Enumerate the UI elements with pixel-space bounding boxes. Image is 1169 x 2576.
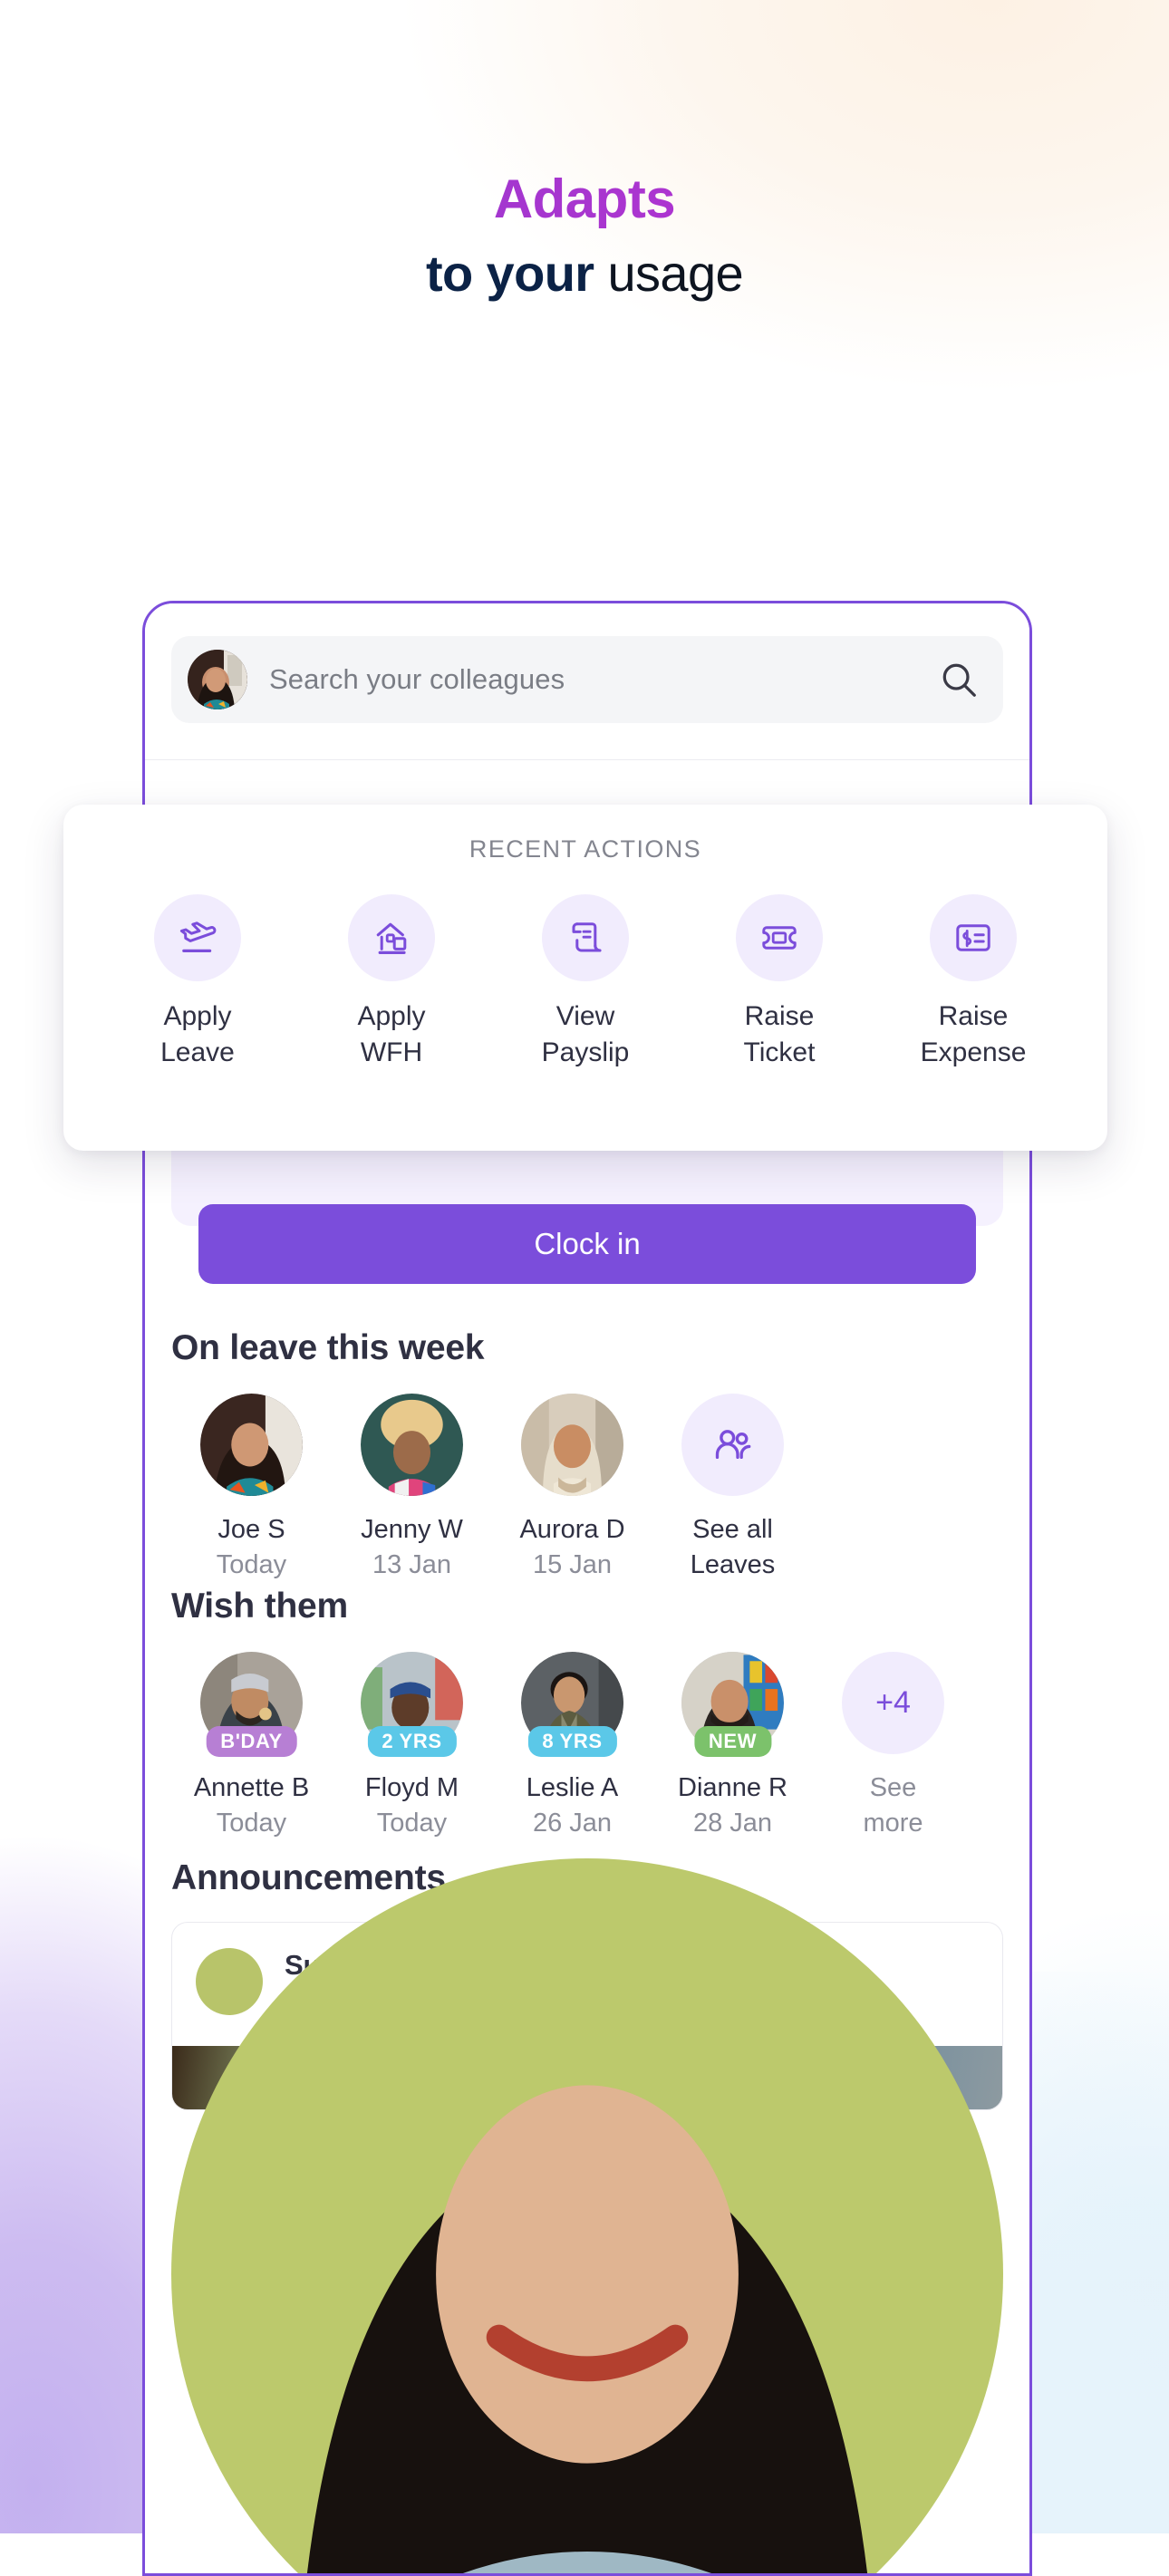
person-date: Today	[216, 1809, 287, 1838]
section-title-wish-them: Wish them	[171, 1587, 349, 1626]
headline-block: Adapts to your usage	[0, 0, 1169, 305]
status-badge: B'DAY	[206, 1725, 297, 1757]
status-badge: 2 YRS	[367, 1725, 457, 1757]
list-item[interactable]: NEW Dianne R 28 Jan	[652, 1652, 813, 1841]
search-bar[interactable]: Search your colleagues	[171, 636, 1003, 723]
see-more-count: +4	[875, 1685, 911, 1720]
see-all-leaves-label-1: See all	[692, 1515, 773, 1544]
recent-action-raise-ticket[interactable]: Raise Ticket	[707, 894, 852, 1071]
section-title-on-leave: On leave this week	[171, 1328, 485, 1367]
person-name: Jenny W	[361, 1515, 463, 1544]
list-item[interactable]: 2 YRS Floyd M Today	[332, 1652, 492, 1841]
headline-accent-line: Adapts	[0, 170, 1169, 228]
status-badge: NEW	[693, 1725, 772, 1757]
person-name: Aurora D	[519, 1515, 625, 1544]
airplane-icon	[154, 894, 241, 981]
person-name: Joe S	[217, 1515, 285, 1544]
recent-action-label-2: Expense	[920, 1037, 1027, 1067]
person-date: 13 Jan	[372, 1550, 452, 1580]
headline-sub-light: usage	[607, 244, 744, 302]
list-item[interactable]: Jenny W 13 Jan	[332, 1394, 492, 1583]
list-item[interactable]: B'DAY Annette B Today	[171, 1652, 332, 1841]
recent-action-view-payslip[interactable]: View Payslip	[513, 894, 658, 1071]
avatar-photo	[171, 1858, 1003, 2573]
avatar-badge-wrap: NEW	[681, 1652, 784, 1757]
recent-actions-title: RECENT ACTIONS	[469, 835, 702, 863]
avatar-photo	[361, 1394, 463, 1496]
recent-action-label-1: Raise	[938, 1001, 1009, 1031]
list-item[interactable]: Aurora D 15 Jan	[492, 1394, 652, 1583]
list-item[interactable]: Joe S Today	[171, 1394, 332, 1583]
avatar-photo	[188, 650, 247, 709]
headline-sub-strong: to your	[425, 244, 608, 302]
recent-action-label-1: Raise	[744, 1001, 815, 1031]
announcements-section: Announcements	[171, 1858, 1003, 2573]
wish-them-people-list: B'DAY Annette B Today 2 YRS Floyd M Toda…	[171, 1652, 1003, 1841]
recent-action-label-2: Leave	[160, 1037, 235, 1067]
see-more-label-1: See	[869, 1773, 917, 1802]
recent-action-label-1: View	[556, 1001, 615, 1031]
avatar[interactable]	[361, 1394, 463, 1496]
recent-action-apply-wfh[interactable]: Apply WFH	[319, 894, 464, 1071]
on-leave-section: On leave this week Joe S Today Jenny W 1…	[171, 1328, 1003, 1583]
recent-action-label-1: Apply	[163, 1001, 232, 1031]
person-name: Leslie A	[526, 1773, 619, 1802]
avatar[interactable]	[171, 1858, 1003, 2573]
recent-actions-row: Apply Leave Apply WFH View Payslip Raise…	[63, 863, 1107, 1071]
avatar-badge-wrap: 8 YRS	[521, 1652, 623, 1757]
search-icon[interactable]	[938, 659, 980, 700]
avatar-badge-wrap: 2 YRS	[361, 1652, 463, 1757]
person-name: Annette B	[193, 1773, 310, 1802]
recent-action-label-2: Ticket	[743, 1037, 816, 1067]
payslip-scroll-icon	[542, 894, 629, 981]
see-all-leaves-label-2: Leaves	[690, 1550, 776, 1580]
person-name: Dianne R	[678, 1773, 787, 1802]
avatar-badge-wrap: B'DAY	[200, 1652, 303, 1757]
ticket-icon	[736, 894, 823, 981]
status-badge: 8 YRS	[527, 1725, 617, 1757]
announcement-card[interactable]: Surya Jayaraman made an annoucement 23 M…	[171, 1858, 1003, 2573]
see-more-circle: +4	[842, 1652, 944, 1754]
see-more-label-2: more	[863, 1809, 923, 1838]
recent-action-apply-leave[interactable]: Apply Leave	[125, 894, 270, 1071]
recent-action-label-2: WFH	[360, 1037, 423, 1067]
list-item[interactable]: 8 YRS Leslie A 26 Jan	[492, 1652, 652, 1841]
recent-action-label-1: Apply	[357, 1001, 426, 1031]
person-date: 15 Jan	[532, 1550, 613, 1580]
person-date: 26 Jan	[532, 1809, 613, 1838]
avatar[interactable]	[521, 1394, 623, 1496]
search-divider	[145, 759, 1029, 760]
search-input[interactable]: Search your colleagues	[269, 663, 938, 696]
announcement-header: Surya Jayaraman made an annoucement 23 M…	[171, 1858, 1003, 2573]
see-all-leaves-button[interactable]: See all Leaves	[652, 1394, 813, 1583]
people-group-icon	[681, 1394, 784, 1496]
clock-in-button[interactable]: Clock in	[198, 1204, 976, 1284]
see-more-wishes-button[interactable]: +4 See more	[813, 1652, 973, 1841]
person-date: Today	[216, 1550, 287, 1580]
recent-action-label-2: Payslip	[541, 1037, 630, 1067]
on-leave-people-list: Joe S Today Jenny W 13 Jan Aurora D 15 J…	[171, 1394, 1003, 1583]
recent-action-raise-expense[interactable]: Raise Expense	[901, 894, 1046, 1071]
receipt-dollar-icon	[930, 894, 1017, 981]
person-name: Floyd M	[364, 1773, 459, 1802]
person-date: 28 Jan	[692, 1809, 773, 1838]
avatar[interactable]	[200, 1394, 303, 1496]
home-work-icon	[348, 894, 435, 981]
person-date: Today	[376, 1809, 448, 1838]
avatar[interactable]	[188, 650, 247, 709]
headline-sub-line: to your usage	[0, 241, 1169, 306]
avatar-photo	[200, 1394, 303, 1496]
avatar-photo	[521, 1394, 623, 1496]
recent-actions-card: RECENT ACTIONS Apply Leave Apply WFH Vie…	[63, 805, 1107, 1151]
wish-them-section: Wish them B'DAY Annette B Today 2 YRS Fl…	[171, 1587, 1003, 1841]
